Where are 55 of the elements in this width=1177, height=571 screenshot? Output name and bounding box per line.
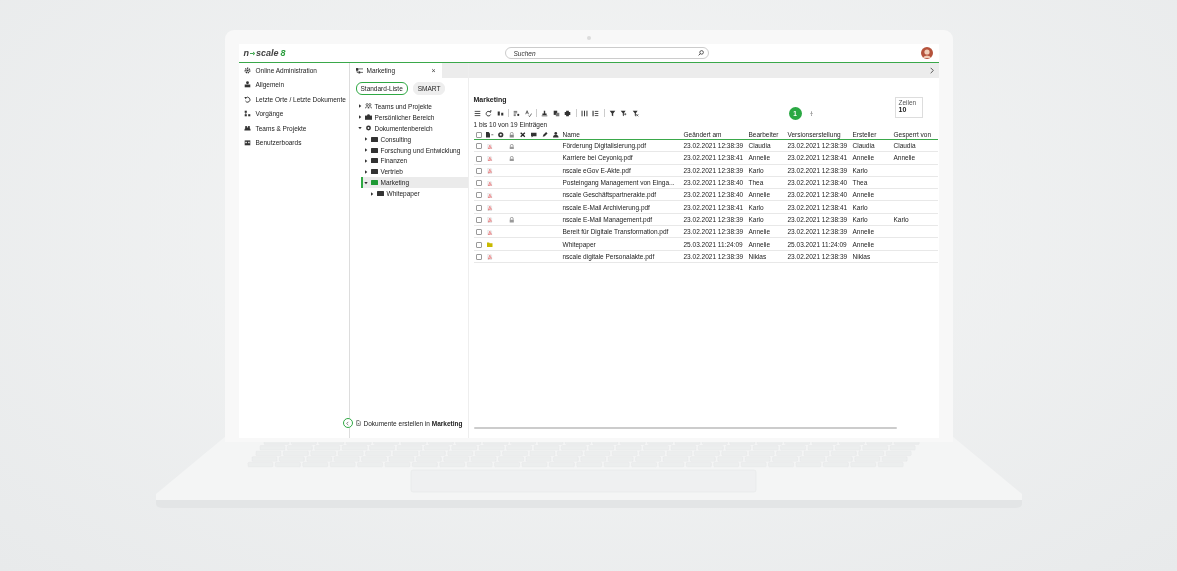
columns-icon[interactable]: [580, 109, 588, 117]
stamp-icon[interactable]: [541, 109, 549, 117]
caret-right-icon[interactable]: [357, 115, 362, 120]
gear-icon: [243, 66, 251, 74]
row-checkbox[interactable]: [476, 204, 482, 211]
select-all-checkbox[interactable]: [476, 131, 482, 138]
caret-right-icon[interactable]: [363, 137, 368, 142]
status-icon[interactable]: [498, 132, 504, 138]
row-checkbox[interactable]: [476, 253, 482, 260]
horizontal-scrollbar[interactable]: [473, 427, 897, 429]
avatar-icon[interactable]: [920, 47, 933, 59]
row-checkbox[interactable]: [476, 229, 482, 236]
filter-icon[interactable]: [608, 109, 616, 117]
team-icon: [243, 124, 251, 132]
logo: n scale 8: [243, 48, 287, 58]
filter-add-icon[interactable]: [620, 109, 628, 117]
refresh-icon[interactable]: [485, 109, 492, 117]
search-icon[interactable]: [697, 50, 704, 56]
row-checkbox[interactable]: [476, 167, 482, 174]
filter-remove-icon[interactable]: [631, 109, 639, 117]
person-icon: [243, 81, 251, 89]
spellcheck-icon[interactable]: [524, 109, 532, 117]
lock-icon: [509, 155, 515, 162]
caret-right-icon[interactable]: [357, 104, 362, 109]
person-icon: [364, 114, 372, 121]
pen-icon[interactable]: [542, 132, 548, 138]
caret-down-icon[interactable]: [357, 126, 362, 131]
workflow-icon: [243, 110, 251, 118]
lock-icon: [509, 217, 515, 223]
caret-right-icon[interactable]: [369, 191, 374, 196]
menu-icon[interactable]: [473, 109, 481, 117]
rows-icon[interactable]: [592, 109, 600, 117]
tree-view-icon: [355, 67, 363, 74]
team-icon: [364, 103, 372, 110]
file-type-icon[interactable]: [486, 132, 494, 138]
row-checkbox[interactable]: [476, 217, 482, 224]
comment-icon[interactable]: [531, 132, 537, 138]
user-icon[interactable]: [553, 132, 559, 138]
row-checkbox[interactable]: [476, 192, 482, 199]
caret-right-icon[interactable]: [363, 169, 368, 174]
new-document-icon[interactable]: [355, 420, 361, 426]
delete-icon[interactable]: [520, 132, 526, 138]
board-icon: [243, 139, 251, 147]
row-checkbox[interactable]: [476, 143, 482, 150]
history-icon: [243, 95, 251, 103]
chevron-right-icon[interactable]: [929, 67, 934, 74]
lock-icon[interactable]: [509, 132, 515, 138]
row-checkbox[interactable]: [476, 241, 482, 248]
caret-right-icon[interactable]: [363, 158, 368, 163]
row-checkbox[interactable]: [476, 155, 482, 162]
lock-icon: [509, 143, 515, 150]
list-settings-icon[interactable]: [513, 109, 521, 117]
copy-icon[interactable]: [552, 109, 560, 117]
caret-down-icon[interactable]: [363, 180, 368, 185]
row-checkbox[interactable]: [476, 180, 482, 187]
